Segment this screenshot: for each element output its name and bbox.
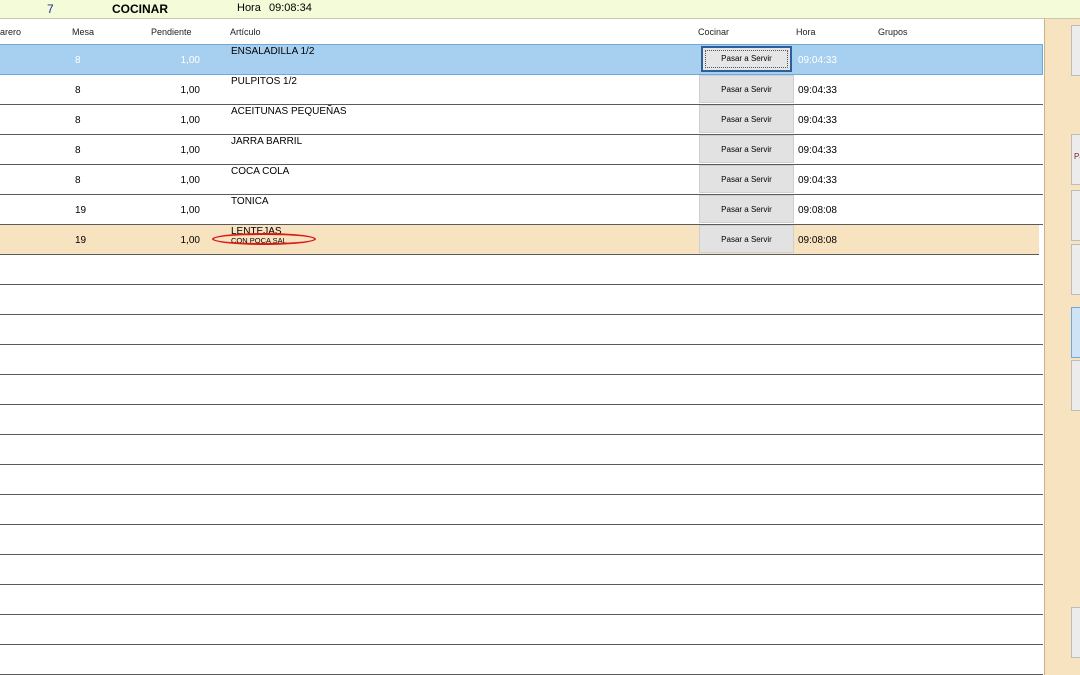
row-pendiente: 1,00 — [180, 145, 200, 156]
row-pendiente: 1,00 — [180, 175, 200, 186]
clock-label: Hora — [237, 2, 261, 14]
clock-value: 09:08:34 — [269, 2, 312, 14]
row-mesa: 8 — [75, 145, 81, 156]
screen-title: COCINAR — [112, 2, 168, 16]
empty-row — [0, 585, 1043, 615]
row-mesa: 8 — [75, 55, 81, 66]
empty-row — [0, 555, 1043, 585]
row-articulo: TONICA — [231, 196, 269, 207]
side-button-label: Pa — [1074, 152, 1080, 161]
table-row[interactable]: 19 1,00 TONICA Pasar a Servir 09:08:08 — [0, 195, 1043, 225]
side-button[interactable] — [1071, 607, 1080, 658]
table-row[interactable]: 8 1,00 ACEITUNAS PEQUEÑAS Pasar a Servir… — [0, 105, 1043, 135]
pasar-a-servir-button[interactable]: Pasar a Servir — [699, 225, 794, 253]
row-hora: 09:08:08 — [798, 205, 837, 216]
empty-row — [0, 375, 1043, 405]
column-header-mesa[interactable]: Mesa — [72, 27, 94, 37]
table-row[interactable]: 19 1,00 LENTEJAS CON POCA SAL Pasar a Se… — [0, 225, 1039, 255]
column-header-grupos[interactable]: Grupos — [878, 27, 908, 37]
empty-row — [0, 465, 1043, 495]
pasar-a-servir-button[interactable]: Pasar a Servir — [701, 46, 792, 72]
row-mesa: 8 — [75, 115, 81, 126]
pasar-a-servir-button[interactable]: Pasar a Servir — [699, 105, 794, 133]
column-header-articulo[interactable]: Artículo — [230, 27, 261, 37]
orders-grid: arero Mesa Pendiente Artículo Cocinar Ho… — [0, 19, 1043, 675]
row-mesa: 19 — [75, 235, 87, 246]
empty-row — [0, 435, 1043, 465]
side-button-active[interactable] — [1071, 307, 1080, 358]
row-hora: 09:08:08 — [798, 235, 837, 246]
row-mesa: 8 — [75, 85, 81, 96]
side-button[interactable] — [1071, 25, 1080, 76]
column-header-hora[interactable]: Hora — [796, 27, 816, 37]
side-button[interactable] — [1071, 190, 1080, 241]
empty-row — [0, 615, 1043, 645]
row-hora: 09:04:33 — [798, 115, 837, 126]
row-pendiente: 1,00 — [180, 115, 200, 126]
empty-row — [0, 315, 1043, 345]
row-pendiente: 1,00 — [180, 205, 200, 216]
grid-header: arero Mesa Pendiente Artículo Cocinar Ho… — [0, 19, 1043, 45]
pasar-a-servir-button[interactable]: Pasar a Servir — [699, 135, 794, 163]
row-pendiente: 1,00 — [180, 55, 200, 66]
row-hora: 09:04:33 — [798, 85, 837, 96]
top-bar: 7 COCINAR Hora 09:08:34 — [0, 0, 1080, 19]
empty-row — [0, 495, 1043, 525]
empty-row — [0, 255, 1043, 285]
side-button[interactable] — [1071, 360, 1080, 411]
row-hora: 09:04:33 — [798, 145, 837, 156]
row-articulo: PULPITOS 1/2 — [231, 76, 297, 87]
row-hora: 09:04:33 — [798, 175, 837, 186]
column-header-cocinar[interactable]: Cocinar — [698, 27, 729, 37]
empty-row — [0, 345, 1043, 375]
row-pendiente: 1,00 — [180, 85, 200, 96]
pasar-a-servir-button[interactable]: Pasar a Servir — [699, 165, 794, 193]
grid-rows: 8 1,00 ENSALADILLA 1/2 Pasar a Servir 09… — [0, 44, 1043, 675]
row-mesa: 8 — [75, 175, 81, 186]
annotation-ellipse — [212, 233, 316, 245]
table-row[interactable]: 8 1,00 PULPITOS 1/2 Pasar a Servir 09:04… — [0, 75, 1043, 105]
row-articulo: ACEITUNAS PEQUEÑAS — [231, 106, 347, 117]
column-header-pendiente[interactable]: Pendiente — [151, 27, 192, 37]
empty-row — [0, 645, 1043, 675]
row-articulo: JARRA BARRIL — [231, 136, 303, 147]
row-mesa: 19 — [75, 205, 87, 216]
pasar-a-servir-button[interactable]: Pasar a Servir — [699, 75, 794, 103]
row-articulo: COCA COLA — [231, 166, 290, 177]
order-count: 7 — [47, 2, 54, 16]
table-row[interactable]: 8 1,00 JARRA BARRIL Pasar a Servir 09:04… — [0, 135, 1043, 165]
side-button-pa[interactable]: Pa — [1071, 134, 1080, 185]
empty-row — [0, 525, 1043, 555]
side-button[interactable] — [1071, 244, 1080, 295]
column-header-waiter[interactable]: arero — [0, 27, 21, 37]
table-row[interactable]: 8 1,00 ENSALADILLA 1/2 Pasar a Servir 09… — [0, 44, 1043, 75]
row-articulo: ENSALADILLA 1/2 — [231, 46, 315, 57]
empty-row — [0, 285, 1043, 315]
row-pendiente: 1,00 — [180, 235, 200, 246]
empty-row — [0, 405, 1043, 435]
row-hora: 09:04:33 — [798, 55, 837, 66]
table-row[interactable]: 8 1,00 COCA COLA Pasar a Servir 09:04:33 — [0, 165, 1043, 195]
pasar-a-servir-button[interactable]: Pasar a Servir — [699, 195, 794, 223]
right-side-panel: Pa — [1044, 19, 1080, 675]
